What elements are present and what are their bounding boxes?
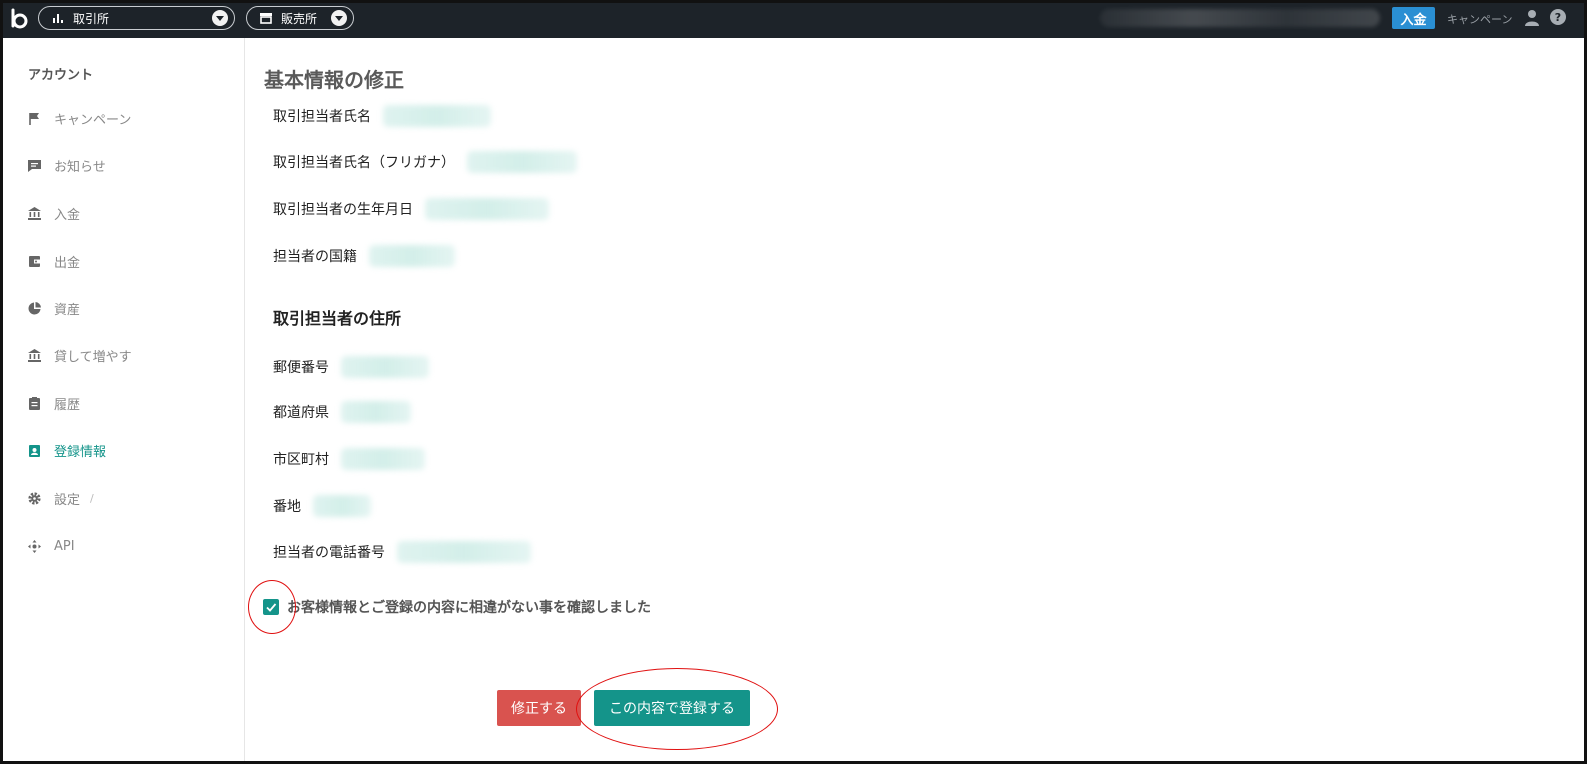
annotation-circle-submit — [576, 668, 778, 750]
field-contact-name-kana: 取引担当者氏名（フリガナ） — [273, 148, 577, 176]
sidebar-item-label: 出金 — [54, 255, 81, 271]
sidebar-item-withdraw[interactable]: 出金 — [27, 251, 80, 271]
sidebar-item-registration-info[interactable]: 登録情報 — [27, 440, 106, 460]
store-icon — [260, 13, 272, 24]
user-icon[interactable] — [1524, 9, 1540, 27]
field-label: 担当者の国籍 — [273, 249, 357, 265]
page-title: 基本情報の修正 — [264, 68, 404, 92]
redacted-value — [383, 105, 491, 127]
redacted-value — [397, 541, 531, 563]
clipboard-icon — [29, 396, 40, 410]
redacted-value — [341, 448, 425, 470]
flag-icon — [29, 112, 39, 125]
sidebar-item-campaign[interactable]: キャンペーン — [27, 108, 131, 128]
sales-selector[interactable]: 販売所 — [246, 6, 354, 30]
top-bar: 取引所 販売所 入金 キャンペーン ? — [0, 0, 1587, 38]
sidebar-item-lending[interactable]: 貸して増やす — [27, 345, 132, 365]
bitbank-logo-icon[interactable] — [6, 6, 32, 32]
redacted-value — [425, 198, 549, 220]
field-label: 取引担当者氏名 — [273, 109, 371, 125]
settings-suffix-mark: / — [90, 491, 94, 505]
redacted-value — [341, 401, 411, 423]
deposit-button[interactable]: 入金 — [1392, 7, 1435, 29]
account-sidebar: アカウント キャンペーン お知らせ 入金 出金 資産 貸して増やす 履歴 登録情… — [0, 38, 245, 764]
badge-icon — [29, 444, 40, 457]
sidebar-item-label: キャンペーン — [54, 112, 132, 128]
field-label: 都道府県 — [273, 405, 329, 421]
sidebar-item-label: 貸して増やす — [54, 349, 132, 365]
field-label: 担当者の電話番号 — [273, 545, 385, 561]
field-contact-name: 取引担当者氏名 — [273, 102, 491, 130]
bank-icon — [28, 348, 41, 362]
field-label: 取引担当者の生年月日 — [273, 202, 413, 218]
field-postal-code: 郵便番号 — [273, 353, 429, 381]
pie-chart-icon — [28, 301, 41, 314]
field-city: 市区町村 — [273, 445, 425, 473]
gear-icon — [28, 491, 41, 505]
bar-chart-icon — [53, 14, 63, 23]
redacted-value — [467, 151, 577, 173]
field-label: 取引担当者氏名（フリガナ） — [273, 155, 455, 171]
sidebar-item-label: 入金 — [54, 207, 81, 223]
campaign-link[interactable]: キャンペーン — [1447, 11, 1512, 27]
field-prefecture: 都道府県 — [273, 398, 411, 426]
confirm-checkbox-row[interactable]: お客様情報とご登録の内容に相違がない事を確認しました — [263, 597, 651, 617]
redacted-value — [369, 245, 455, 267]
redacted-account-info — [1100, 9, 1380, 27]
redacted-value — [341, 356, 429, 378]
confirm-label: お客様情報とご登録の内容に相違がない事を確認しました — [287, 600, 651, 616]
bank-icon — [28, 206, 41, 220]
exchange-selector[interactable]: 取引所 — [38, 6, 235, 30]
sidebar-item-settings[interactable]: 設定 / — [27, 488, 94, 508]
sidebar-item-history[interactable]: 履歴 — [27, 393, 80, 413]
sidebar-item-label: お知らせ — [54, 159, 106, 175]
edit-button[interactable]: 修正する — [497, 690, 581, 726]
sidebar-item-label: 履歴 — [54, 397, 81, 413]
sidebar-heading: アカウント — [28, 68, 94, 83]
exchange-label: 取引所 — [73, 11, 110, 26]
help-icon[interactable]: ? — [1550, 9, 1566, 25]
message-icon — [28, 159, 41, 172]
chevron-down-icon — [212, 10, 228, 26]
sales-label: 販売所 — [281, 11, 318, 26]
sidebar-item-label: 登録情報 — [54, 444, 107, 460]
field-label: 郵便番号 — [273, 360, 329, 376]
sidebar-item-label: 資産 — [54, 302, 81, 318]
field-contact-birthdate: 取引担当者の生年月日 — [273, 195, 549, 223]
field-contact-nationality: 担当者の国籍 — [273, 242, 455, 270]
sidebar-item-label: API — [54, 538, 75, 554]
chevron-down-icon — [331, 10, 347, 26]
annotation-circle-checkbox — [248, 580, 296, 634]
redacted-value — [313, 495, 371, 517]
api-icon — [28, 539, 41, 553]
sidebar-item-assets[interactable]: 資産 — [27, 298, 80, 318]
field-label: 市区町村 — [273, 452, 329, 468]
wallet-icon — [29, 255, 40, 267]
field-label: 番地 — [273, 499, 301, 515]
sidebar-item-notices[interactable]: お知らせ — [27, 155, 106, 175]
sidebar-item-label: 設定 — [54, 492, 81, 508]
address-section-heading: 取引担当者の住所 — [273, 309, 402, 328]
sidebar-item-api[interactable]: API — [27, 536, 75, 556]
field-phone-number: 担当者の電話番号 — [273, 538, 531, 566]
field-street-address: 番地 — [273, 492, 371, 520]
sidebar-item-deposit[interactable]: 入金 — [27, 203, 80, 223]
